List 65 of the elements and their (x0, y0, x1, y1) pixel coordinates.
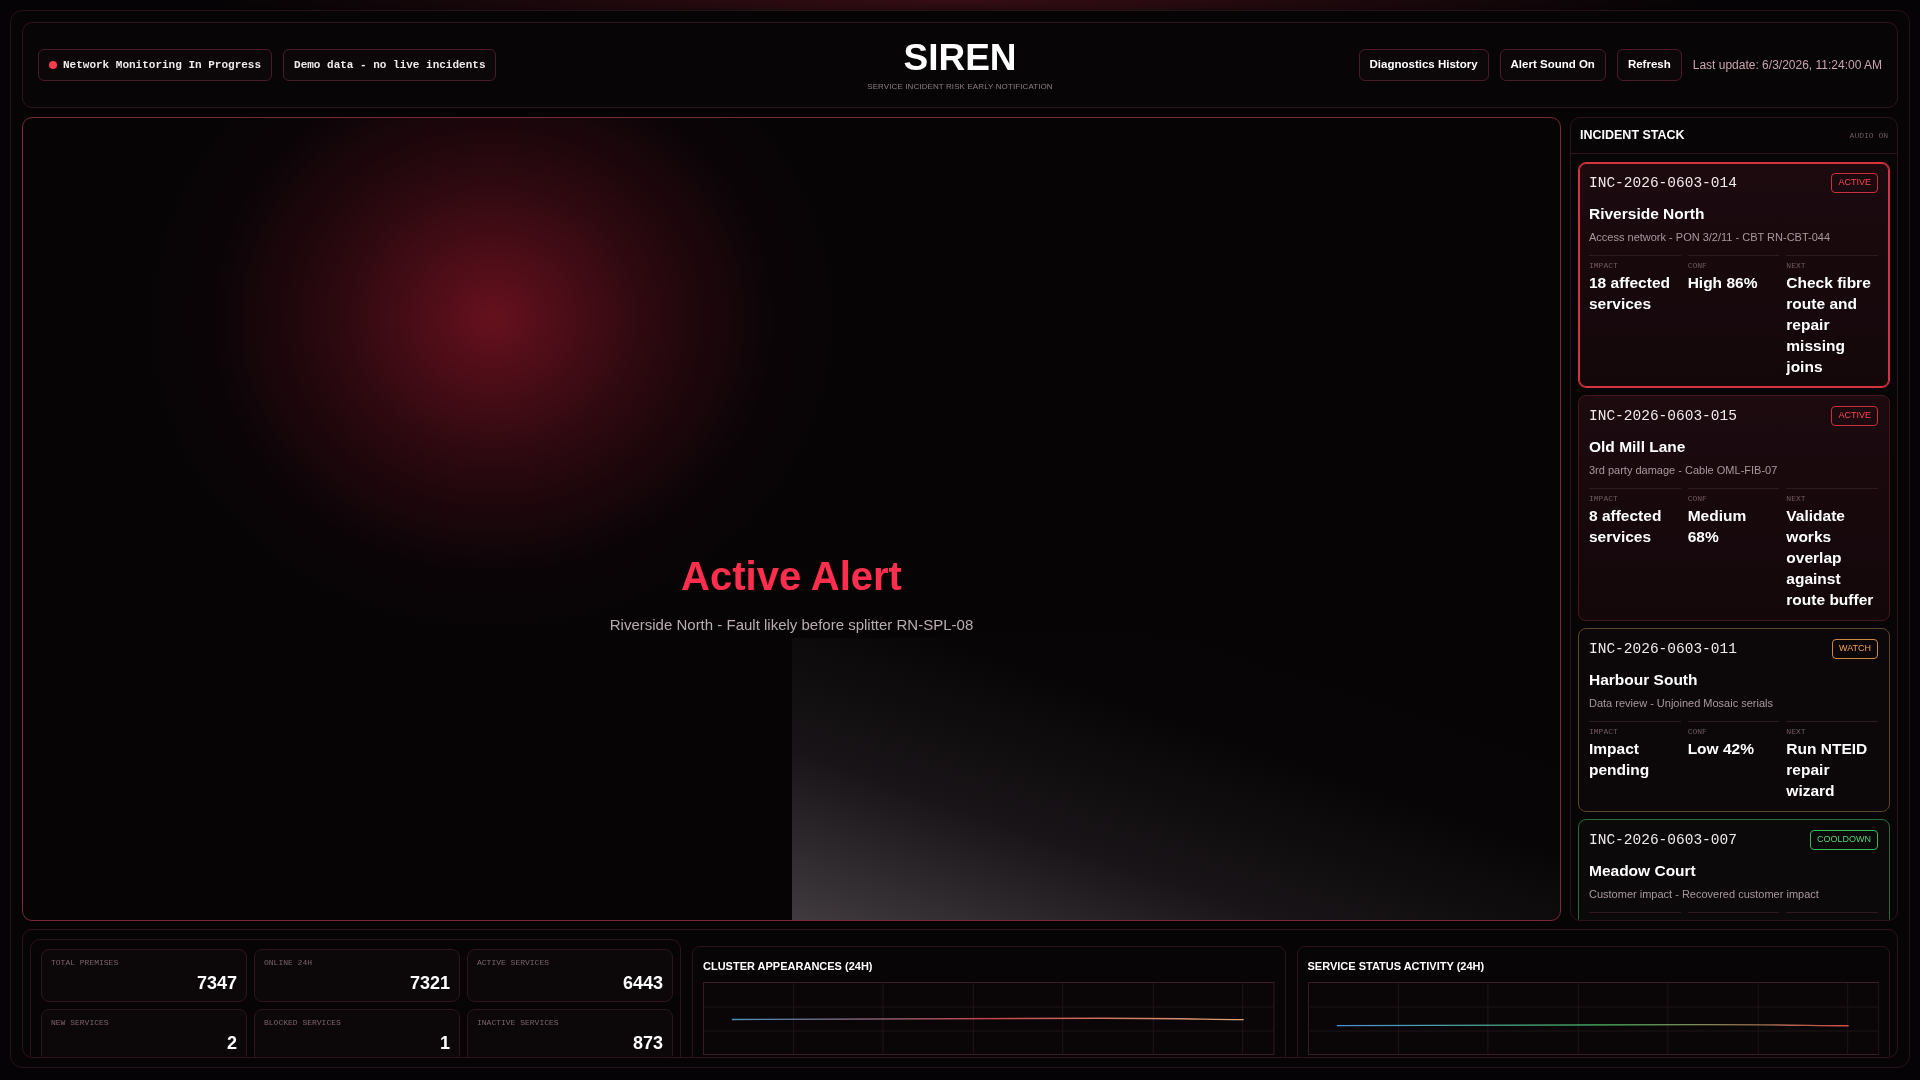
status-text: Network Monitoring In Progress (63, 57, 262, 73)
incident-card[interactable]: INC-2026-0603-011 WATCH Harbour South Data review - Unjoined Mosaic serials IMPACT Impact pending CONF Low 42% NEXT Run NTEID repair wizard (1578, 628, 1890, 812)
last-update-text: Last update: 6/3/2026, 11:24:00 AM (1692, 57, 1882, 74)
incident-name: Old Mill Lane (1589, 437, 1687, 457)
incident-name: Meadow Court (1589, 861, 1697, 881)
status-badge: ACTIVE (1831, 173, 1878, 193)
incident-name: Riverside North (1589, 204, 1706, 224)
metric-label: IMPACT (1589, 494, 1619, 504)
metric-label: CONF (1687, 261, 1708, 271)
status-badge: ACTIVE (1831, 406, 1878, 426)
app-title: SIREN (902, 38, 1018, 76)
status-pill: Demo data - no live incidents (283, 49, 497, 81)
incident-card[interactable]: INC-2026-0603-015 ACTIVE Old Mill Lane 3rd party damage - Cable OML-FIB-07 IMPACT 8 affected services CONF Medium 68% NEXT Validate works overlap against route buffer (1578, 395, 1890, 621)
metric-value: 8 affected services (1589, 506, 1663, 547)
stat-value: 2 (226, 1032, 237, 1054)
incident-detail: Customer impact - Recovered customer impact (1589, 887, 1820, 902)
stat-value: 6443 (621, 972, 663, 994)
metric-label: CONF (1687, 494, 1708, 504)
toolbar-button[interactable]: Alert Sound On (1499, 49, 1606, 81)
metric-label: CONF (1687, 727, 1708, 737)
metric-value: Low 42% (1687, 739, 1755, 759)
panel-title: INCIDENT STACK (1580, 127, 1685, 145)
metric-value: 18 affected services (1589, 273, 1671, 314)
incident-id: INC-2026-0603-011 (1589, 640, 1737, 659)
alert-title: Active Alert (681, 552, 902, 600)
metric-value: Impact pending (1589, 739, 1651, 780)
metric-value: Check fibre route and repair missing joins (1786, 273, 1872, 377)
status-badge: COOLDOWN (1810, 830, 1878, 850)
incident-name: Harbour South (1589, 670, 1699, 690)
status-badge: WATCH (1832, 639, 1878, 659)
stat-label: ACTIVE SERVICES (477, 958, 550, 968)
stat-label: TOTAL PREMISES (51, 958, 120, 968)
metric-label: NEXT (1786, 727, 1807, 737)
alert-message: Riverside North - Fault likely before splitter RN-SPL-08 (609, 614, 974, 635)
metric-label: IMPACT (1589, 261, 1619, 271)
stat-label: NEW SERVICES (51, 1018, 110, 1028)
stat-value: 7321 (408, 972, 450, 994)
app-subtitle: SERVICE INCIDENT RISK EARLY NOTIFICATION (867, 81, 1053, 92)
metric-value: Run NTEID repair wizard (1786, 739, 1869, 801)
metric-value: Medium 68% (1687, 506, 1748, 547)
incident-id: INC-2026-0603-015 (1589, 407, 1737, 426)
chart-title: CLUSTER APPEARANCES (24H) (703, 959, 874, 973)
chart-title: SERVICE STATUS ACTIVITY (24H) (1307, 959, 1486, 973)
incident-detail: Data review - Unjoined Mosaic serials (1589, 696, 1774, 711)
audio-status: AUDIO ON (1849, 129, 1888, 142)
toolbar-button[interactable]: Refresh (1616, 49, 1682, 81)
stat-value: 7347 (195, 972, 237, 994)
metric-label: NEXT (1786, 261, 1807, 271)
toolbar-button[interactable]: Diagnostics History (1358, 49, 1489, 81)
stat-label: BLOCKED SERVICES (264, 1018, 342, 1028)
incident-detail: 3rd party damage - Cable OML-FIB-07 (1589, 463, 1779, 478)
metric-value: High 86% (1687, 273, 1759, 293)
incident-id: INC-2026-0603-007 (1589, 831, 1737, 850)
metric-label: NEXT (1786, 494, 1807, 504)
incident-card[interactable]: INC-2026-0603-014 ACTIVE Riverside North Access network - PON 3/2/11 - CBT RN-CBT-044 IMPACT 18 affected services CONF High 86% NEXT Check fibre route and repair missing joins (1578, 162, 1890, 388)
stat-label: INACTIVE SERVICES (477, 1018, 560, 1028)
status-dot-icon (49, 61, 57, 69)
metric-value: Validate works overlap against route buffer (1786, 506, 1875, 610)
stat-value: 873 (631, 1032, 663, 1054)
incident-detail: Access network - PON 3/2/11 - CBT RN-CBT-044 (1589, 230, 1832, 245)
stat-label: ONLINE 24H (264, 958, 313, 968)
stat-value: 1 (439, 1032, 450, 1054)
metric-label: IMPACT (1589, 727, 1619, 737)
incident-id: INC-2026-0603-014 (1589, 174, 1737, 193)
incident-card[interactable]: INC-2026-0603-007 COOLDOWN Meadow Court Customer impact - Recovered customer impact (1578, 819, 1890, 920)
